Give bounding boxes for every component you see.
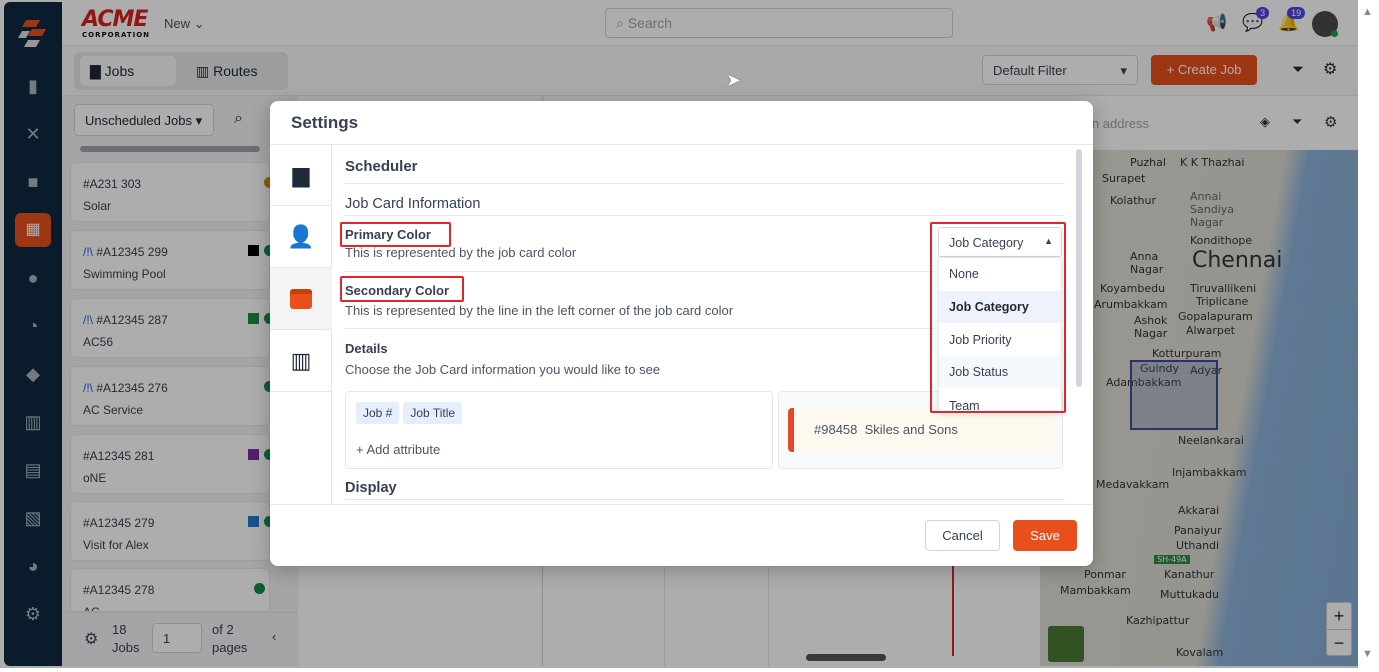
user-icon: 👤 — [287, 223, 315, 249]
nav-map[interactable]: ▥ — [270, 330, 332, 392]
highlight-box — [930, 222, 1066, 413]
details-desc: Choose the Job Card information you woul… — [345, 362, 661, 377]
secondary-color-desc: This is represented by the line in the l… — [345, 303, 734, 318]
job-card-preview: #98458 Skiles and Sons — [788, 408, 1054, 452]
nav-jobs[interactable]: ▆ — [270, 144, 332, 206]
attribute-chip[interactable]: Job Title — [403, 402, 463, 424]
cancel-button[interactable]: Cancel — [925, 520, 1000, 551]
nav-scheduler[interactable] — [270, 268, 332, 330]
primary-color-desc: This is represented by the job card colo… — [345, 245, 577, 260]
highlight-box — [340, 222, 451, 247]
nav-users[interactable]: 👤 — [270, 206, 332, 268]
settings-modal: Settings ▆ 👤 ▥ Scheduler Job Card Inform… — [270, 101, 1093, 566]
map-icon: ▥ — [290, 347, 312, 373]
mouse-cursor: ➤ — [726, 70, 742, 90]
attribute-chip[interactable]: Job # — [356, 402, 400, 424]
details-label: Details — [345, 341, 388, 356]
page-scrollbar[interactable]: ▲ ▼ — [1358, 0, 1379, 672]
display-title: Display — [345, 480, 397, 496]
subsection-title: Job Card Information — [345, 196, 481, 212]
briefcase-icon: ▆ — [292, 161, 310, 187]
settings-nav: ▆ 👤 ▥ — [270, 144, 332, 504]
modal-scrollbar[interactable] — [1076, 149, 1082, 387]
attribute-box: Job # Job Title + Add attribute — [345, 391, 773, 469]
highlight-box — [340, 276, 464, 302]
section-title: Scheduler — [345, 158, 418, 175]
add-attribute-button[interactable]: + Add attribute — [356, 442, 762, 457]
save-button[interactable]: Save — [1013, 520, 1077, 551]
calendar-icon — [290, 288, 312, 309]
modal-title: Settings — [291, 113, 359, 132]
